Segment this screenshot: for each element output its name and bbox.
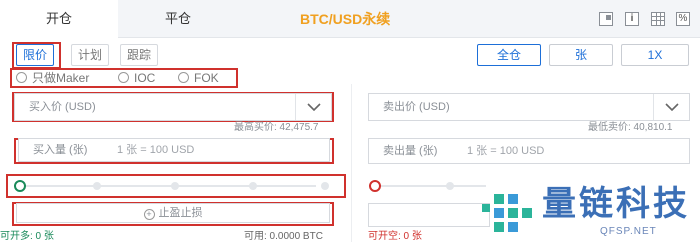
sell-price-placeholder: 卖出价 (USD)	[383, 101, 450, 113]
buy-qty-input[interactable]: 买入量 (张) 1 张 = 100 USD	[18, 138, 330, 162]
chevron-down-icon	[664, 103, 679, 112]
min-sell-price: 最低卖价: 40,810.1	[588, 122, 673, 133]
available-balance: 可用: 0.0000 BTC	[244, 231, 323, 242]
slider-tick[interactable]	[171, 182, 179, 190]
buy-slider-handle[interactable]	[14, 180, 26, 192]
chevron-down-icon	[306, 103, 321, 112]
buy-price-placeholder: 买入价 (USD)	[29, 101, 96, 113]
radio-circle-icon	[118, 72, 129, 83]
watermark-logo-icon	[482, 194, 532, 232]
sell-slider-track[interactable]	[376, 185, 486, 187]
radio-ioc[interactable]: IOC	[118, 70, 155, 86]
plus-circle-icon: +	[143, 209, 155, 220]
radio-label: FOK	[194, 71, 219, 85]
max-buy-price: 最高买价: 42,475.7	[234, 122, 319, 133]
watermark: 量链科技 QFSP.NET	[480, 184, 700, 242]
order-panel-header: 开仓 平仓 BTC/USD永续 i %	[0, 0, 700, 38]
contract-title: BTC/USD永续	[300, 11, 391, 27]
radio-label: IOC	[134, 71, 156, 85]
buy-qty-placeholder: 买入量 (张)	[33, 144, 88, 156]
buy-price-input[interactable]: 买入价 (USD)	[14, 93, 332, 121]
leverage-button[interactable]: 1X	[621, 44, 689, 66]
order-type-limit[interactable]: 限价	[16, 44, 55, 66]
cross-margin-button[interactable]: 全仓	[477, 44, 541, 66]
info-icon[interactable]: i	[625, 12, 639, 26]
price-type-dropdown[interactable]	[653, 94, 689, 120]
window-icon[interactable]	[599, 12, 613, 26]
sell-qty-input[interactable]: 卖出量 (张) 1 张 = 100 USD	[368, 138, 690, 164]
can-open-long: 可开多: 0 张	[0, 231, 54, 242]
order-type-trailing[interactable]: 跟踪	[120, 44, 159, 66]
slider-tick[interactable]	[249, 182, 257, 190]
percent-icon[interactable]: %	[676, 12, 690, 26]
radio-circle-icon	[16, 72, 27, 83]
slider-tick[interactable]	[446, 182, 454, 190]
radio-circle-icon	[178, 72, 189, 83]
sell-qty-hint: 1 张 = 100 USD	[467, 145, 545, 157]
radio-label: 只做Maker	[32, 71, 90, 85]
can-open-short: 可开空: 0 张	[368, 231, 422, 242]
buy-slider-track[interactable]	[20, 185, 316, 187]
order-type-plan[interactable]: 计划	[71, 44, 110, 66]
stop-profit-loss-button[interactable]: + 止盈止损	[16, 203, 330, 223]
sell-price-input[interactable]: 卖出价 (USD)	[368, 93, 690, 121]
column-divider	[351, 84, 352, 242]
watermark-brand: 量链科技	[542, 184, 690, 224]
slider-tick[interactable]	[93, 182, 101, 190]
unit-contracts-button[interactable]: 张	[549, 44, 613, 66]
slider-tick[interactable]	[321, 182, 329, 190]
tab-close-position[interactable]: 平仓	[118, 0, 238, 38]
sell-slider-handle[interactable]	[369, 180, 381, 192]
price-type-dropdown[interactable]	[295, 94, 331, 120]
stop-profit-loss-label: 止盈止损	[158, 207, 203, 219]
watermark-url: QFSP.NET	[600, 226, 657, 237]
tab-open-position[interactable]: 开仓	[0, 0, 118, 38]
radio-fok[interactable]: FOK	[178, 70, 219, 86]
sell-submit-button[interactable]	[368, 203, 490, 227]
sell-qty-placeholder: 卖出量 (张)	[383, 145, 438, 157]
buy-qty-hint: 1 张 = 100 USD	[117, 144, 195, 156]
radio-maker-only[interactable]: 只做Maker	[16, 70, 89, 86]
calculator-icon[interactable]	[651, 12, 665, 26]
